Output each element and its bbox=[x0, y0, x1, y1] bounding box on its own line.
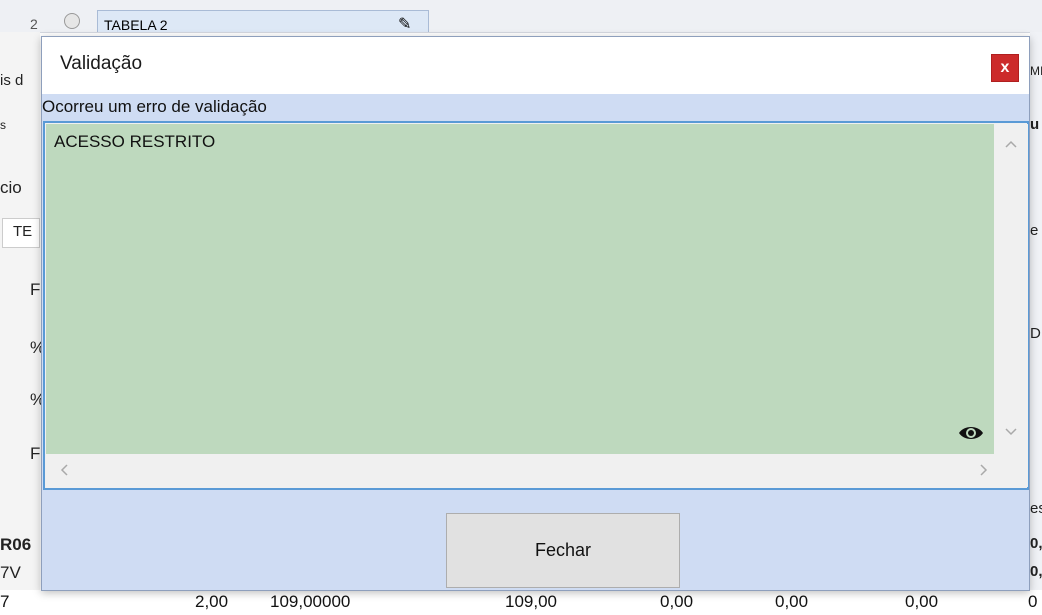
chevron-right-icon[interactable] bbox=[974, 461, 992, 479]
bg-left-input[interactable]: TE bbox=[2, 218, 40, 248]
bg-left-fragment: R06 bbox=[0, 535, 32, 554]
bg-left-fragment: is d bbox=[0, 72, 24, 89]
bg-tab-title[interactable]: TABELA 2 bbox=[97, 10, 429, 32]
validation-dialog: Validação x Ocorreu um erro de validação… bbox=[41, 36, 1030, 591]
error-subtitle: Ocorreu um erro de validação bbox=[42, 97, 267, 116]
dialog-title: Validação bbox=[60, 53, 143, 74]
bg-right-fragment: es bbox=[1030, 500, 1042, 517]
bg-right-fragment: MI bbox=[1030, 64, 1042, 78]
eye-icon[interactable] bbox=[958, 423, 984, 443]
bg-left-fragment: F bbox=[30, 444, 41, 463]
bg-row-cell: 0,00 bbox=[775, 592, 809, 611]
bg-right-fragment: 0, bbox=[1030, 535, 1042, 552]
bg-bottom-row: 7 2,00 109,00000 109,00 0,00 0,00 0,00 0 bbox=[0, 590, 1042, 615]
scrollbar-corner bbox=[994, 454, 1028, 487]
bg-row-cell: 109,00 bbox=[505, 592, 557, 611]
bg-right-fragment: u bbox=[1030, 116, 1040, 133]
bg-circle-icon bbox=[64, 13, 80, 29]
bg-right-fragment: e bbox=[1030, 222, 1039, 239]
bg-right-fragment: D bbox=[1030, 325, 1041, 342]
bg-left-fragment: s bbox=[0, 118, 6, 132]
close-button[interactable]: Fechar bbox=[446, 513, 680, 588]
bg-row-cell: 109,00000 bbox=[270, 592, 351, 611]
message-box[interactable]: ACESSO RESTRITO bbox=[43, 121, 1029, 490]
vertical-scrollbar[interactable] bbox=[994, 124, 1028, 454]
bg-row-cell: 0,00 bbox=[905, 592, 939, 611]
chevron-down-icon[interactable] bbox=[1002, 422, 1020, 440]
chevron-up-icon[interactable] bbox=[1002, 136, 1020, 154]
error-message: ACESSO RESTRITO bbox=[54, 132, 216, 151]
bg-row-cell: 0 bbox=[1028, 592, 1038, 611]
bg-row-cell: 2,00 bbox=[195, 592, 229, 611]
bg-row-cell: 7 bbox=[0, 592, 10, 611]
bg-left-fragment: cio bbox=[0, 178, 22, 197]
background-left-panel bbox=[0, 32, 40, 615]
bg-row-cell: 0,00 bbox=[660, 592, 694, 611]
chevron-left-icon[interactable] bbox=[56, 461, 74, 479]
pencil-icon[interactable]: ✎ bbox=[398, 14, 411, 34]
bg-right-fragment: 0, bbox=[1030, 563, 1042, 580]
horizontal-scrollbar[interactable] bbox=[46, 454, 994, 487]
bg-left-fragment: F bbox=[30, 280, 41, 299]
dialog-titlebar[interactable]: Validação x bbox=[42, 37, 1029, 94]
message-textarea[interactable]: ACESSO RESTRITO bbox=[46, 124, 994, 454]
bg-left-fragment: 7V bbox=[0, 563, 21, 582]
close-icon[interactable]: x bbox=[991, 54, 1019, 82]
